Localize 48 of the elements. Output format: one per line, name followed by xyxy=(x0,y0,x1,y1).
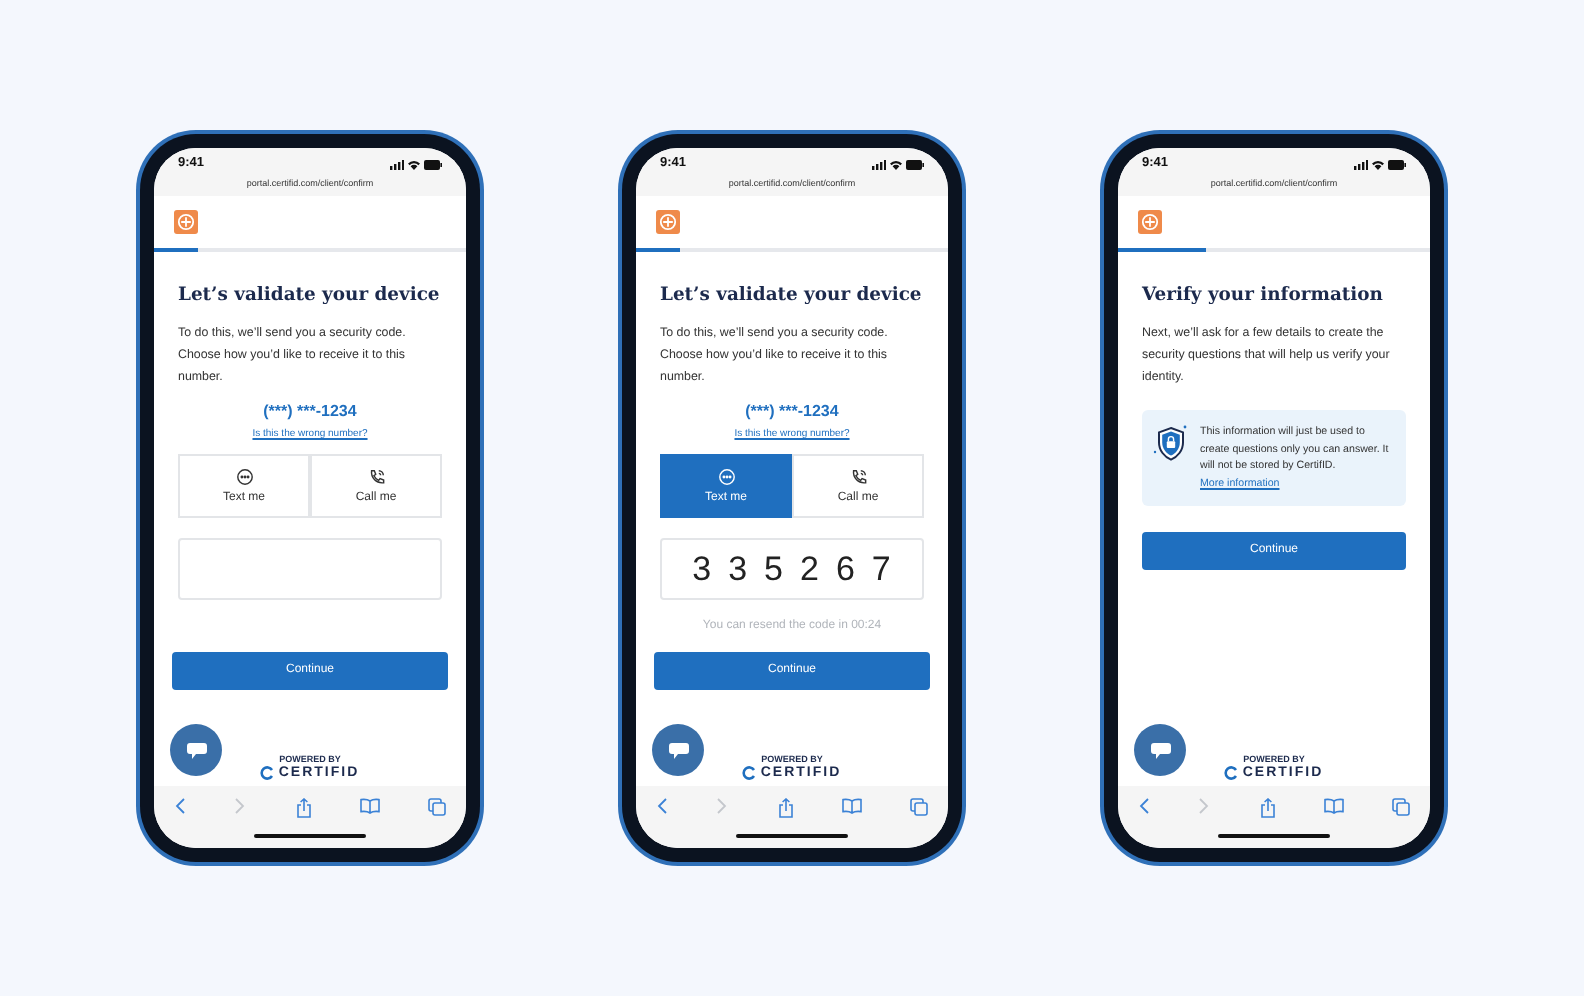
logo-icon xyxy=(1138,210,1162,234)
shield-lock-icon xyxy=(1152,424,1190,464)
battery-icon xyxy=(906,159,924,169)
logo-icon xyxy=(656,210,680,234)
brand-logo-icon xyxy=(742,766,757,780)
page-title: Let’s validate your device xyxy=(660,282,924,308)
bookmarks-icon[interactable] xyxy=(841,798,862,814)
chat-button[interactable] xyxy=(652,724,704,776)
share-icon[interactable] xyxy=(777,798,793,818)
chat-icon xyxy=(235,468,253,486)
back-icon[interactable] xyxy=(656,798,668,814)
phone-icon xyxy=(367,468,385,486)
logo-icon xyxy=(174,210,198,234)
page-title: Verify your information xyxy=(1142,282,1385,308)
chat-bubble-icon xyxy=(185,741,207,759)
home-indicator xyxy=(736,834,848,838)
phone-number: (***) ***-1234 xyxy=(745,402,839,422)
brand-logo-icon xyxy=(260,766,275,780)
phone-icon xyxy=(849,468,867,486)
tabs-icon[interactable] xyxy=(428,798,446,816)
brand-logo-icon xyxy=(1224,766,1239,780)
share-icon[interactable] xyxy=(295,798,311,818)
back-icon[interactable] xyxy=(1138,798,1150,814)
code-input-field[interactable] xyxy=(178,538,442,600)
share-icon[interactable] xyxy=(1259,798,1275,818)
signal-icon xyxy=(1354,159,1368,169)
back-icon[interactable] xyxy=(174,798,186,814)
tabs-icon[interactable] xyxy=(910,798,928,816)
chat-bubble-icon xyxy=(667,741,689,759)
wifi-icon xyxy=(890,159,902,169)
battery-icon xyxy=(424,159,442,169)
home-indicator xyxy=(254,834,366,838)
signal-icon xyxy=(872,159,886,169)
home-indicator xyxy=(1218,834,1330,838)
wifi-icon xyxy=(408,159,420,169)
chat-icon xyxy=(717,468,735,486)
bookmarks-icon[interactable] xyxy=(1323,798,1344,814)
wifi-icon xyxy=(1372,159,1384,169)
chat-bubble-icon xyxy=(1149,741,1171,759)
tabs-icon[interactable] xyxy=(1392,798,1410,816)
phone-number: (***) ***-1234 xyxy=(263,402,357,422)
chat-button[interactable] xyxy=(170,724,222,776)
chat-button[interactable] xyxy=(1134,724,1186,776)
page-title: Let’s validate your device xyxy=(178,282,442,308)
signal-icon xyxy=(390,159,404,169)
battery-icon xyxy=(1388,159,1406,169)
code-input-field[interactable]: 335267 xyxy=(660,538,924,600)
bookmarks-icon[interactable] xyxy=(359,798,380,814)
